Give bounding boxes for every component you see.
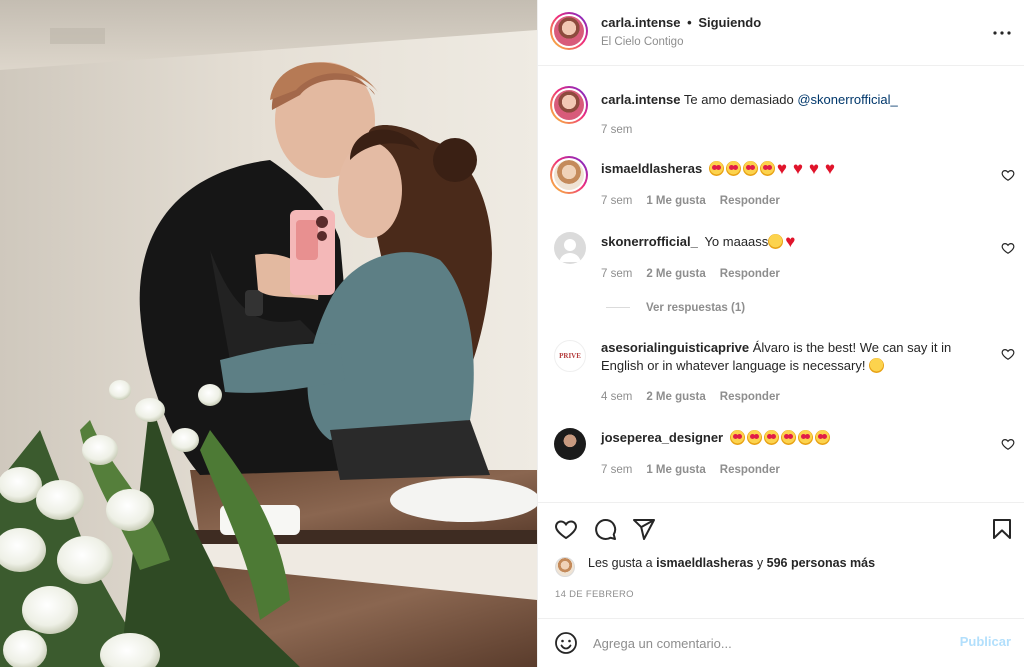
- red-heart-emoji-icon: [777, 160, 791, 177]
- post-photo[interactable]: [0, 0, 537, 667]
- pleading-face-emoji-icon: [768, 234, 784, 249]
- comment-emojis: [708, 160, 841, 177]
- post-details-panel: carla.intense • Siguiendo El Cielo Conti…: [537, 0, 1024, 667]
- star-struck-emoji-icon: [759, 161, 775, 176]
- comment-meta: 7 sem 2 Me gusta Responder: [601, 268, 780, 280]
- comment-item: joseperea_designer: [601, 429, 832, 447]
- like-heart-icon[interactable]: [554, 517, 578, 541]
- comment-likes[interactable]: 2 Me gusta: [646, 268, 705, 280]
- follow-status-button[interactable]: Siguiendo: [698, 15, 761, 30]
- comment-avatar[interactable]: PRIVE: [554, 340, 586, 372]
- post-location[interactable]: El Cielo Contigo: [601, 36, 683, 48]
- comment-meta: 7 sem 1 Me gusta Responder: [601, 195, 780, 207]
- star-struck-emoji-icon: [729, 430, 745, 445]
- comment-meta: 7 sem 1 Me gusta Responder: [601, 464, 780, 476]
- comment-time[interactable]: 7 sem: [601, 268, 632, 280]
- comment-emojis: [729, 430, 832, 445]
- reply-button[interactable]: Responder: [720, 195, 780, 207]
- reply-button[interactable]: Responder: [720, 464, 780, 476]
- comment-username[interactable]: joseperea_designer: [601, 430, 723, 445]
- star-struck-emoji-icon: [814, 430, 830, 445]
- star-struck-emoji-icon: [780, 430, 796, 445]
- comment-avatar[interactable]: [554, 232, 586, 264]
- author-username[interactable]: carla.intense: [601, 15, 681, 30]
- like-comment-heart-icon[interactable]: [1001, 437, 1015, 451]
- instagram-post: carla.intense • Siguiendo El Cielo Conti…: [0, 0, 1024, 667]
- red-heart-emoji-icon: [825, 160, 839, 177]
- star-struck-emoji-icon: [763, 430, 779, 445]
- comment-time[interactable]: 7 sem: [601, 464, 632, 476]
- author-avatar[interactable]: [550, 12, 588, 50]
- post-date[interactable]: 14 DE FEBRERO: [555, 589, 634, 600]
- star-struck-emoji-icon: [725, 161, 741, 176]
- comment-meta: 4 sem 2 Me gusta Responder: [601, 391, 780, 403]
- comment-item: ismaeldlasheras: [601, 160, 841, 178]
- caption-username[interactable]: carla.intense: [601, 92, 681, 107]
- comment-username[interactable]: asesorialinguisticaprive: [601, 340, 749, 355]
- comment-text: Yo maaass: [704, 234, 769, 249]
- liker-avatar[interactable]: [555, 557, 575, 577]
- caption-text: Te amo demasiado: [683, 92, 794, 107]
- comment-username[interactable]: skonerrofficial_: [601, 234, 698, 249]
- reply-button[interactable]: Responder: [720, 268, 780, 280]
- asesoria-logo: PRIVE: [559, 352, 581, 360]
- author-line: carla.intense • Siguiendo: [601, 15, 761, 30]
- caption: carla.intense Te amo demasiado @skonerro…: [601, 91, 898, 109]
- caption-mention[interactable]: @skonerrofficial_: [797, 92, 897, 107]
- comment-time[interactable]: 4 sem: [601, 391, 632, 403]
- comment-avatar[interactable]: [550, 156, 588, 194]
- red-heart-emoji-icon: [809, 160, 823, 177]
- view-replies-button[interactable]: Ver respuestas (1): [606, 302, 745, 314]
- reply-button[interactable]: Responder: [720, 391, 780, 403]
- comment-avatar[interactable]: [554, 428, 586, 460]
- like-comment-heart-icon[interactable]: [1001, 241, 1015, 255]
- couple-mirror-selfie-image: [0, 0, 537, 667]
- comment-likes[interactable]: 1 Me gusta: [646, 464, 705, 476]
- comment-likes[interactable]: 1 Me gusta: [646, 195, 705, 207]
- comment-username[interactable]: ismaeldlasheras: [601, 161, 702, 176]
- more-options-icon[interactable]: [990, 21, 1014, 45]
- star-struck-emoji-icon: [708, 161, 724, 176]
- comment-time[interactable]: 7 sem: [601, 195, 632, 207]
- comment-item: skonerrofficial_ Yo maaass: [601, 233, 801, 251]
- likes-user[interactable]: ismaeldlasheras: [656, 556, 753, 570]
- like-comment-heart-icon[interactable]: [1001, 347, 1015, 361]
- add-comment-bar: Publicar: [538, 618, 1024, 667]
- red-heart-emoji-icon: [785, 233, 799, 250]
- likes-prefix: Les gusta a: [588, 556, 653, 570]
- caption-time[interactable]: 7 sem: [601, 124, 632, 136]
- likes-summary: Les gusta a ismaeldlasheras y 596 person…: [588, 556, 875, 570]
- comment-item: asesorialinguisticaprive Álvaro is the b…: [601, 339, 971, 375]
- caption-avatar[interactable]: [550, 86, 588, 124]
- star-struck-emoji-icon: [746, 430, 762, 445]
- publish-button[interactable]: Publicar: [960, 634, 1011, 649]
- comment-input[interactable]: [593, 633, 933, 653]
- view-replies-label: Ver respuestas (1): [646, 302, 746, 314]
- comment-likes[interactable]: 2 Me gusta: [646, 391, 705, 403]
- replies-divider: [606, 307, 630, 309]
- likes-joiner: y: [756, 556, 764, 570]
- star-struck-emoji-icon: [742, 161, 758, 176]
- likes-others[interactable]: 596 personas más: [767, 556, 875, 570]
- header-separator: •: [687, 15, 692, 30]
- save-bookmark-icon[interactable]: [990, 517, 1014, 541]
- post-header: carla.intense • Siguiendo El Cielo Conti…: [538, 0, 1024, 66]
- emoji-smiley-icon[interactable]: [554, 631, 578, 655]
- comment-bubble-icon[interactable]: [593, 517, 617, 541]
- like-comment-heart-icon[interactable]: [1001, 168, 1015, 182]
- star-struck-emoji-icon: [797, 430, 813, 445]
- red-heart-emoji-icon: [793, 160, 807, 177]
- share-send-icon[interactable]: [632, 517, 656, 541]
- grinning-sweat-emoji-icon: [869, 358, 885, 373]
